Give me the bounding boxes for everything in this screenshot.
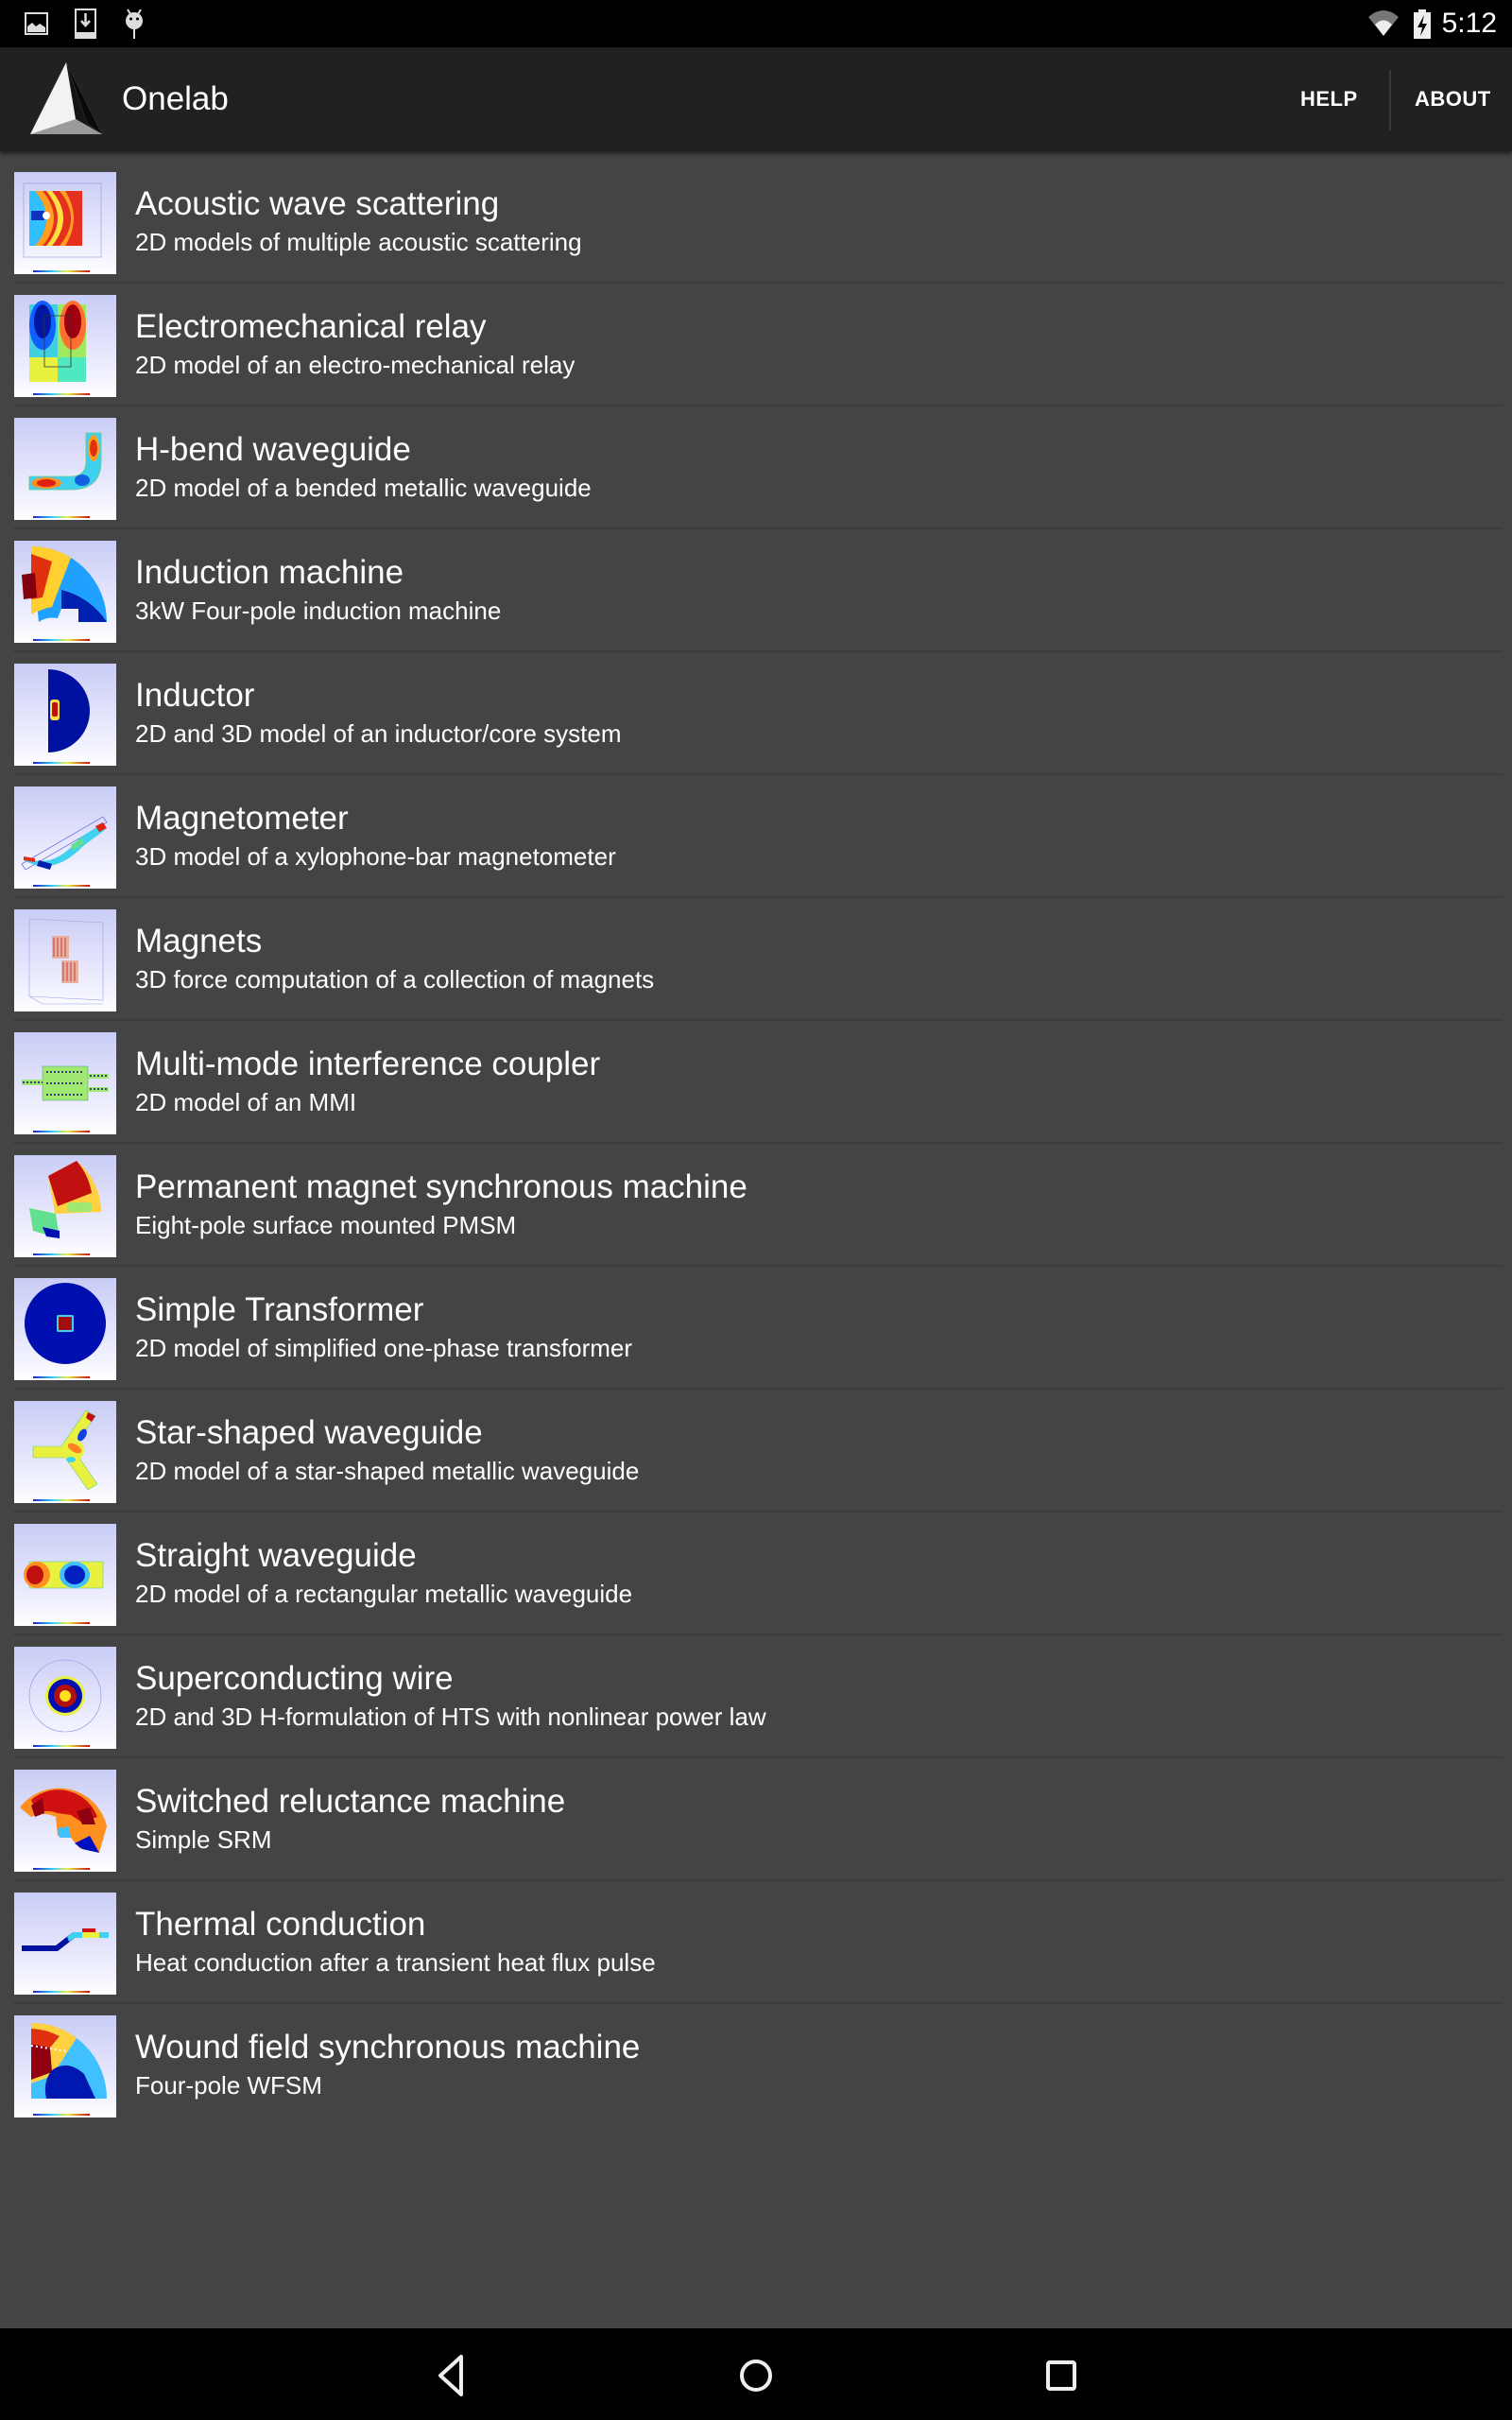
model-subtitle: 2D and 3D model of an inductor/core syst…: [135, 719, 622, 748]
mmi-thumbnail: [14, 1032, 116, 1134]
onelab-logo-icon: [30, 62, 102, 134]
model-title: Straight waveguide: [135, 1537, 417, 1574]
model-subtitle: 2D model of an MMI: [135, 1088, 357, 1116]
model-subtitle: 3kW Four-pole induction machine: [135, 596, 502, 625]
wifi-icon: [1368, 10, 1399, 36]
model-subtitle: 2D model of a bended metallic waveguide: [135, 474, 592, 502]
model-item-permanent-magnet-synchronous-machine[interactable]: Permanent magnet synchronous machine Eig…: [0, 1144, 1512, 1267]
relay-thumbnail: [14, 295, 116, 397]
model-title: Permanent magnet synchronous machine: [135, 1168, 747, 1205]
model-subtitle: 2D models of multiple acoustic scatterin…: [135, 228, 582, 256]
download-notification-icon: [75, 9, 96, 39]
model-subtitle: 2D model of a rectangular metallic waveg…: [135, 1580, 633, 1608]
about-button[interactable]: ABOUT: [1415, 47, 1491, 151]
model-title: Multi-mode interference coupler: [135, 1046, 601, 1082]
model-subtitle: Four-pole WFSM: [135, 2071, 322, 2100]
model-title: Wound field synchronous machine: [135, 2029, 641, 2066]
model-title: Induction machine: [135, 554, 404, 591]
wfsm-thumbnail: [14, 2015, 116, 2118]
model-subtitle: 2D and 3D H-formulation of HTS with nonl…: [135, 1703, 766, 1731]
model-subtitle: 2D model of an electro-mechanical relay: [135, 351, 576, 379]
model-title: Star-shaped waveguide: [135, 1414, 483, 1451]
acoustic-scattering-thumbnail: [14, 172, 116, 274]
model-item-electromechanical-relay[interactable]: Electromechanical relay 2D model of an e…: [0, 284, 1512, 406]
model-item-wound-field-synchronous-machine[interactable]: Wound field synchronous machine Four-pol…: [0, 2004, 1512, 2127]
model-subtitle: 2D model of a star-shaped metallic waveg…: [135, 1457, 640, 1485]
image-notification-icon: [25, 12, 48, 35]
induction-machine-thumbnail: [14, 541, 116, 643]
model-item-multi-mode-interference-coupler[interactable]: Multi-mode interference coupler 2D model…: [0, 1021, 1512, 1144]
model-title: Magnets: [135, 923, 263, 959]
superconducting-wire-thumbnail: [14, 1647, 116, 1749]
model-item-superconducting-wire[interactable]: Superconducting wire 2D and 3D H-formula…: [0, 1635, 1512, 1758]
back-button-icon[interactable]: [418, 2347, 484, 2404]
model-item-star-shaped-waveguide[interactable]: Star-shaped waveguide 2D model of a star…: [0, 1390, 1512, 1512]
model-subtitle: Simple SRM: [135, 1825, 272, 1854]
model-subtitle: 3D model of a xylophone-bar magnetometer: [135, 842, 616, 871]
h-bend-waveguide-thumbnail: [14, 418, 116, 520]
model-title: Acoustic wave scattering: [135, 185, 500, 222]
model-title: Switched reluctance machine: [135, 1783, 566, 1820]
model-title: Magnetometer: [135, 800, 349, 837]
app-title: Onelab: [122, 80, 229, 117]
action-bar: Onelab HELP ABOUT: [0, 47, 1512, 151]
model-item-simple-transformer[interactable]: Simple Transformer 2D model of simplifie…: [0, 1267, 1512, 1390]
navigation-bar: [0, 2328, 1512, 2420]
model-subtitle: Eight-pole surface mounted PMSM: [135, 1211, 517, 1239]
straight-waveguide-thumbnail: [14, 1524, 116, 1626]
model-item-switched-reluctance-machine[interactable]: Switched reluctance machine Simple SRM: [0, 1758, 1512, 1881]
clock: 5:12: [1441, 8, 1497, 39]
model-title: Superconducting wire: [135, 1660, 454, 1697]
model-item-acoustic-wave-scattering[interactable]: Acoustic wave scattering 2D models of mu…: [0, 161, 1512, 284]
srm-thumbnail: [14, 1770, 116, 1872]
model-title: Inductor: [135, 677, 255, 714]
status-bar: 5:12: [0, 0, 1512, 47]
model-subtitle: 2D model of simplified one-phase transfo…: [135, 1334, 633, 1362]
model-item-h-bend-waveguide[interactable]: H-bend waveguide 2D model of a bended me…: [0, 406, 1512, 529]
model-item-magnets[interactable]: Magnets 3D force computation of a collec…: [0, 898, 1512, 1021]
model-subtitle: 3D force computation of a collection of …: [135, 965, 655, 994]
model-item-straight-waveguide[interactable]: Straight waveguide 2D model of a rectang…: [0, 1512, 1512, 1635]
model-subtitle: Heat conduction after a transient heat f…: [135, 1948, 656, 1977]
inductor-thumbnail: [14, 664, 116, 766]
star-waveguide-thumbnail: [14, 1401, 116, 1503]
transformer-thumbnail: [14, 1278, 116, 1380]
magnets-thumbnail: [14, 909, 116, 1011]
action-divider: [1389, 70, 1391, 130]
pmsm-thumbnail: [14, 1155, 116, 1257]
model-item-thermal-conduction[interactable]: Thermal conduction Heat conduction after…: [0, 1881, 1512, 2004]
home-button-icon[interactable]: [723, 2347, 789, 2404]
magnetometer-thumbnail: [14, 786, 116, 889]
model-item-magnetometer[interactable]: Magnetometer 3D model of a xylophone-bar…: [0, 775, 1512, 898]
help-button[interactable]: HELP: [1300, 47, 1358, 151]
model-title: Electromechanical relay: [135, 308, 487, 345]
model-title: Simple Transformer: [135, 1291, 424, 1328]
model-title: Thermal conduction: [135, 1906, 426, 1943]
battery-charging-icon: [1414, 9, 1431, 39]
model-list: Acoustic wave scattering 2D models of mu…: [0, 161, 1512, 2127]
recent-apps-button-icon[interactable]: [1028, 2347, 1094, 2404]
model-title: H-bend waveguide: [135, 431, 411, 468]
model-item-inductor[interactable]: Inductor 2D and 3D model of an inductor/…: [0, 652, 1512, 775]
model-item-induction-machine[interactable]: Induction machine 3kW Four-pole inductio…: [0, 529, 1512, 652]
thermal-conduction-thumbnail: [14, 1893, 116, 1995]
android-debug-icon: [126, 9, 143, 39]
